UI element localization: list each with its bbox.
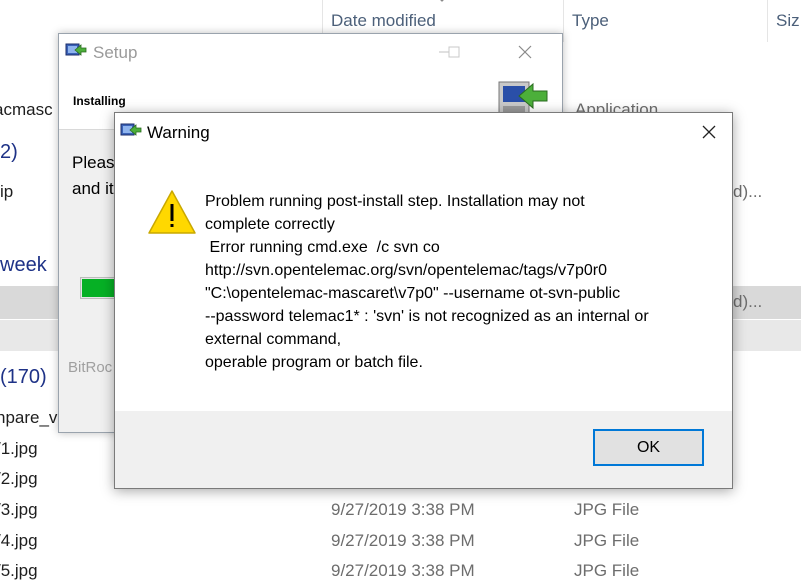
file-type: JPG File bbox=[574, 531, 640, 550]
installer-icon bbox=[120, 123, 142, 136]
file-date: 9/27/2019 3:38 PM bbox=[331, 561, 475, 580]
setup-step-heading: Installing bbox=[73, 94, 126, 108]
group-header[interactable]: week bbox=[0, 254, 47, 277]
file-type: JPG File bbox=[574, 500, 640, 519]
installer-icon bbox=[65, 43, 87, 56]
warning-message-line: --password telemac1* : 'svn' is not reco… bbox=[205, 308, 649, 325]
warning-message: Problem running post-install step. Insta… bbox=[205, 190, 715, 374]
warning-message-line: "C:\opentelemac-mascaret\v7p0" --usernam… bbox=[205, 285, 621, 302]
setup-titlebar[interactable]: Setup bbox=[59, 34, 562, 70]
warning-message-line: Error running cmd.exe /c svn co bbox=[205, 239, 440, 256]
file-name[interactable]: /4.jpg bbox=[0, 531, 38, 551]
file-name[interactable]: /2.jpg bbox=[0, 469, 38, 489]
file-name[interactable]: /3.jpg bbox=[0, 500, 38, 520]
file-name[interactable]: npare_v bbox=[0, 408, 57, 428]
file-meta: d)... bbox=[733, 292, 763, 311]
file-name[interactable]: acmasc bbox=[0, 100, 53, 120]
setup-footer-brand: BitRoc bbox=[68, 359, 113, 376]
setup-window-title: Setup bbox=[93, 43, 138, 62]
file-name[interactable]: /5.jpg bbox=[0, 561, 38, 581]
file-date: 9/27/2019 3:38 PM bbox=[331, 500, 475, 519]
warning-message-line: external command, bbox=[205, 331, 342, 348]
maximize-icon[interactable] bbox=[431, 34, 477, 70]
warning-button-bar: OK bbox=[115, 411, 732, 488]
group-header[interactable]: 2) bbox=[0, 141, 18, 164]
warning-dialog: Warning Problem running post-install ste… bbox=[114, 112, 733, 489]
warning-message-line: Problem running post-install step. Insta… bbox=[205, 193, 585, 210]
column-header-size[interactable]: Siz bbox=[767, 0, 800, 42]
file-date: 9/27/2019 3:38 PM bbox=[331, 531, 475, 550]
warning-title: Warning bbox=[147, 123, 210, 142]
warning-message-line: http://svn.opentelemac.org/svn/opentelem… bbox=[205, 262, 608, 279]
warning-message-line: complete correctly bbox=[205, 216, 335, 233]
group-header[interactable]: (170) bbox=[0, 366, 47, 389]
ok-button[interactable]: OK bbox=[593, 429, 704, 466]
warning-icon bbox=[148, 190, 196, 234]
close-icon[interactable] bbox=[502, 34, 548, 70]
file-name[interactable]: ip bbox=[0, 182, 13, 202]
warning-message-line: operable program or batch file. bbox=[205, 354, 423, 371]
file-type: JPG File bbox=[574, 561, 640, 580]
file-meta: d)... bbox=[733, 182, 763, 201]
close-icon[interactable] bbox=[686, 113, 732, 151]
sort-chevron-icon bbox=[440, 0, 444, 2]
column-header-type[interactable]: Type bbox=[563, 0, 609, 42]
warning-titlebar[interactable]: Warning bbox=[115, 113, 732, 151]
file-name[interactable]: /1.jpg bbox=[0, 439, 38, 459]
